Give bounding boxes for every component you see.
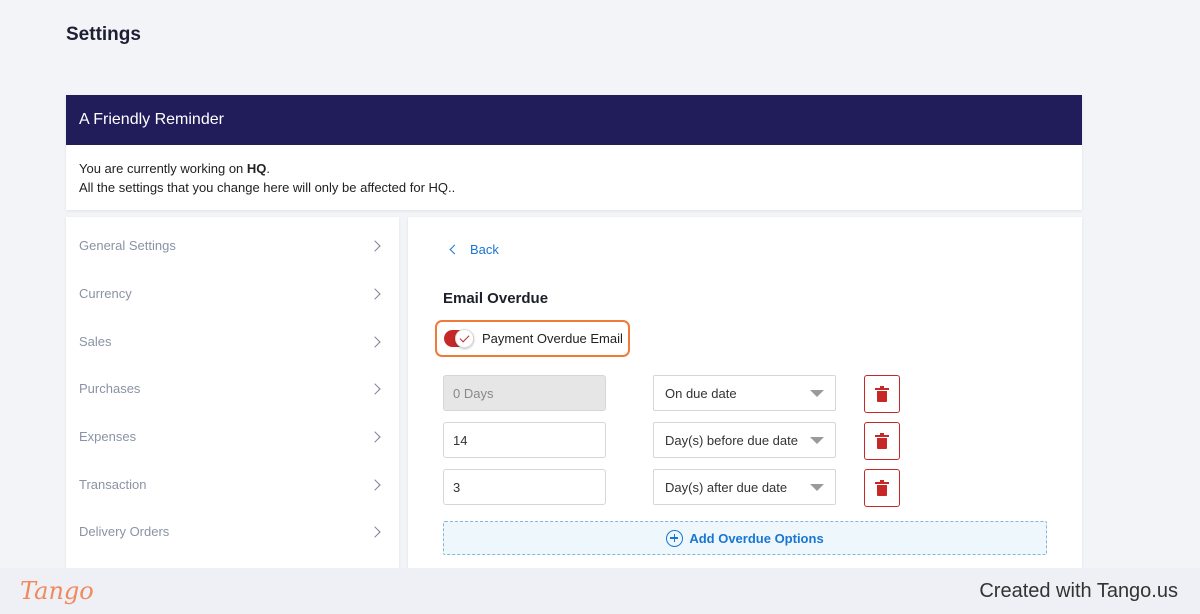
branch-name: HQ [246,161,267,176]
delete-button[interactable] [864,469,900,507]
page-title: Settings [66,24,141,45]
tango-logo: Tango [20,577,94,605]
days-input[interactable]: 14 [443,422,606,458]
sidebar-item-label: Sales [79,334,112,349]
sidebar-item-expenses[interactable]: Expenses [66,413,399,460]
sidebar-item-label: General Settings [79,238,176,253]
check-icon [459,332,470,343]
created-with-text: Created with Tango.us [979,579,1178,602]
sidebar-item-label: Currency [79,286,132,301]
toggle-label: Payment Overdue Email [482,331,623,346]
overdue-option-row: 14 Day(s) before due date [443,422,1003,460]
trash-icon [875,432,889,449]
settings-sidebar: General Settings Currency Sales Purchase… [66,217,399,568]
reminder-line-2: All the settings that you change here wi… [79,180,456,195]
due-date-select[interactable]: Day(s) after due date [653,469,836,505]
chevron-right-icon [369,287,381,300]
sidebar-item-label: Delivery Orders [79,524,170,539]
due-date-select[interactable]: Day(s) before due date [653,422,836,458]
reminder-line-1: You are currently working on HQ. [79,159,1069,178]
trash-icon [875,479,889,496]
sidebar-item-label: Expenses [79,429,137,444]
plus-circle-icon [666,529,684,547]
payment-overdue-toggle-container: Payment Overdue Email [435,320,630,357]
days-input[interactable]: 3 [443,469,606,505]
sidebar-item-label: Transaction [79,477,147,492]
chevron-right-icon [369,239,381,252]
sidebar-item-sales[interactable]: Sales [66,318,399,365]
section-title: Email Overdue [443,290,549,307]
chevron-right-icon [369,335,381,348]
sidebar-item-label: Purchases [79,381,141,396]
email-overdue-panel: Back Email Overdue Payment Overdue Email… [408,217,1082,568]
reminder-header: A Friendly Reminder [66,95,1082,145]
overdue-option-row: 0 Days On due date [443,375,1003,413]
due-date-select[interactable]: On due date [653,375,836,411]
select-value: Day(s) before due date [665,432,798,448]
sidebar-item-purchases[interactable]: Purchases [66,365,399,412]
reminder-body: You are currently working on HQ. All the… [66,145,1082,211]
select-value: Day(s) after due date [665,479,788,495]
sidebar-item-transaction[interactable]: Transaction [66,461,399,508]
add-overdue-options-button[interactable]: Add Overdue Options [443,521,1047,555]
delete-button[interactable] [864,422,900,460]
toggle-knob [455,329,474,348]
back-label: Back [470,242,499,257]
chevron-right-icon [369,478,381,491]
chevron-right-icon [369,525,381,538]
caret-down-icon [810,389,824,397]
reminder-text: You are currently working on [79,161,247,176]
tango-footer: Tango Created with Tango.us [0,568,1200,614]
sidebar-item-delivery-orders[interactable]: Delivery Orders [66,508,399,555]
delete-button[interactable] [864,375,900,413]
reminder-text-suffix: . [266,161,271,176]
chevron-right-icon [369,382,381,395]
reminder-card: A Friendly Reminder You are currently wo… [66,95,1082,210]
select-value: On due date [665,385,737,401]
payment-overdue-email-toggle[interactable] [444,329,474,348]
sidebar-item-general-settings[interactable]: General Settings [66,222,399,269]
chevron-left-icon [449,244,460,255]
caret-down-icon [810,483,824,491]
days-input: 0 Days [443,375,606,411]
caret-down-icon [810,436,824,444]
back-link[interactable]: Back [448,242,499,257]
sidebar-item-currency[interactable]: Currency [66,270,399,317]
chevron-right-icon [369,430,381,443]
add-overdue-label: Add Overdue Options [689,530,824,546]
trash-icon [875,385,889,402]
overdue-option-row: 3 Day(s) after due date [443,469,1003,507]
